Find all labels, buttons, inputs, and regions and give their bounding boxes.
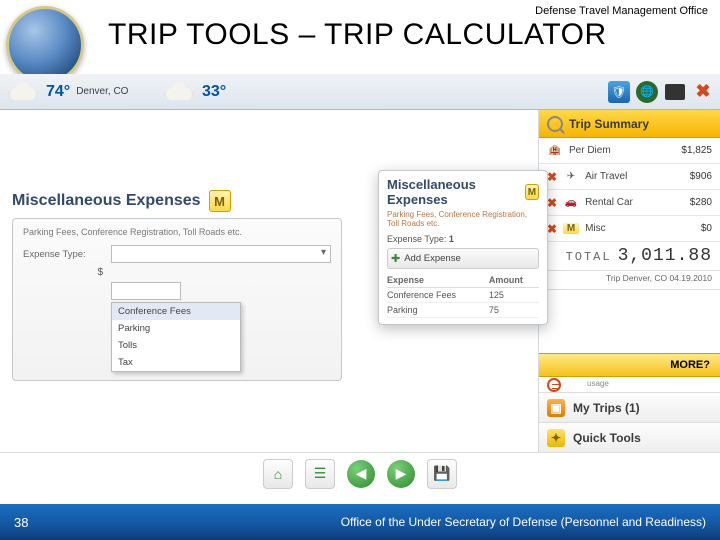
usage-label: usage [561,377,609,392]
popup-expense-table: ExpenseAmount Conference Fees125 Parking… [387,273,539,318]
summary-total: TOTAL 3,011.88 [539,242,720,271]
amount-input[interactable] [111,282,181,300]
misc-badge-icon: M [525,184,539,200]
option-parking[interactable]: Parking [112,320,240,337]
summary-row-air: ✖ ✈ Air Travel $906 [539,164,720,190]
tools-icon: ✦ [547,429,565,447]
remove-icon[interactable]: ✖ [547,222,557,236]
panel-desc: Parking Fees, Conference Registration, T… [23,227,331,237]
weather-item-1: 74° Denver, CO [6,80,156,104]
header-org: Defense Travel Management Office [535,5,708,17]
save-button[interactable]: 💾 [427,459,457,489]
popup-type-label: Expense Type: [387,234,446,244]
table-row: Parking75 [387,303,539,318]
expense-type-label: Expense Type: [23,249,103,260]
slide: Defense Travel Management Office TRIP TO… [0,0,720,540]
close-icon[interactable]: ✖ [692,81,714,103]
cloud-icon [6,80,40,104]
trip-meta: Trip Denver, CO 04.19.2010 [539,271,720,290]
page-title: TRIP TOOLS – TRIP CALCULATOR [108,18,607,52]
option-tax[interactable]: Tax [112,354,240,371]
globe-icon[interactable]: 🌐 [636,81,658,103]
weather-item-2: 33° [162,80,312,104]
lifesaver-icon [547,378,561,392]
printer-icon[interactable] [664,81,686,103]
briefcase-icon: ▣ [547,399,565,417]
option-conference-fees[interactable]: Conference Fees [112,303,240,320]
body-row: Miscellaneous Expenses M Parking Fees, C… [0,110,720,452]
popup-title: Miscellaneous Expenses [387,177,521,207]
footer-text: Office of the Under Secretary of Defense… [341,515,706,529]
home-button[interactable]: ⌂ [263,459,293,489]
popup-title-row: Miscellaneous Expenses M [387,177,539,207]
plane-icon: ✈ [563,171,579,182]
city-1: Denver, CO [76,86,128,97]
expense-panel: Parking Fees, Conference Registration, T… [12,218,342,381]
temp-2: 33° [202,83,226,101]
expense-type-options: Conference Fees Parking Tolls Tax [111,302,241,372]
currency-label: $ [23,267,103,278]
toolbar-icons: 🛡 🌐 ✖ [608,81,714,103]
shield-icon[interactable]: 🛡 [608,81,630,103]
misc-badge-icon: M [209,190,231,212]
top-bar: 74° Denver, CO 33° 🛡 🌐 ✖ [0,74,720,110]
table-row: Conference Fees125 [387,288,539,303]
main-column: Miscellaneous Expenses M Parking Fees, C… [0,110,538,452]
misc-expenses-popup: Miscellaneous Expenses M Parking Fees, C… [378,170,548,325]
popup-hint: Parking Fees, Conference Registration, T… [387,210,539,228]
summary-row-misc: ✖ M Misc $0 [539,216,720,242]
dod-seal-icon [6,6,84,84]
col-expense: Expense [387,273,489,288]
bottom-nav: ⌂ ☰ ◀ ▶ 💾 [0,452,720,494]
side-column: Trip Summary 🏨 Per Diem $1,825 ✖ ✈ Air T… [538,110,720,452]
section-title: Miscellaneous Expenses [12,192,201,210]
expense-type-dropdown[interactable] [111,245,331,263]
page-number: 38 [14,515,28,530]
car-icon: 🚗 [563,197,579,208]
more-button[interactable]: MORE? [539,353,720,377]
option-tolls[interactable]: Tolls [112,337,240,354]
search-icon [547,116,563,132]
nav-next-button[interactable]: ▶ [387,460,415,488]
trip-summary-header[interactable]: Trip Summary [539,110,720,138]
remove-icon[interactable]: ✖ [547,170,557,184]
summary-row-perdiem: 🏨 Per Diem $1,825 [539,138,720,164]
nav-prev-button[interactable]: ◀ [347,460,375,488]
lodging-icon: 🏨 [547,145,563,156]
col-amount: Amount [489,273,539,288]
misc-icon: M [563,223,579,234]
add-expense-button[interactable]: Add Expense [387,248,539,269]
footer: 38 Office of the Under Secretary of Defe… [0,504,720,540]
popup-step: 1 [449,234,454,244]
remove-icon[interactable]: ✖ [547,196,557,210]
cloud-icon [162,80,196,104]
app-window: 74° Denver, CO 33° 🛡 🌐 ✖ Miscellaneous E… [0,74,720,494]
quick-tools-button[interactable]: ✦ Quick Tools [539,422,720,452]
list-button[interactable]: ☰ [305,459,335,489]
my-trips-button[interactable]: ▣ My Trips (1) [539,392,720,422]
temp-1: 74° [46,83,70,101]
summary-row-rental: ✖ 🚗 Rental Car $280 [539,190,720,216]
